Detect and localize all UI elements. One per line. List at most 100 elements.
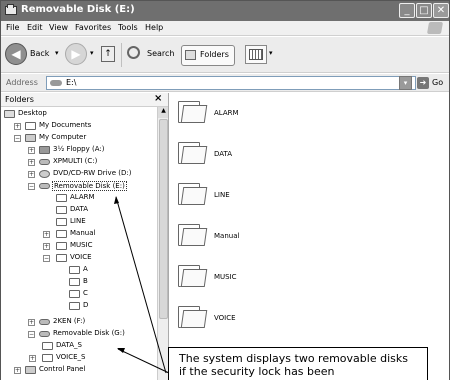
drive-icon (50, 80, 62, 86)
menu-file[interactable]: File (6, 23, 19, 32)
folder-item-music[interactable]: MUSIC (170, 263, 290, 293)
folder-icon (178, 222, 208, 246)
maximize-button[interactable]: □ (416, 3, 432, 18)
tree-label: C (83, 289, 88, 297)
tree-label: VOICE_S (56, 353, 86, 361)
address-dropdown-icon[interactable]: ▾ (399, 76, 412, 90)
tree-node-desktop[interactable]: Desktop (1, 109, 151, 120)
back-label[interactable]: Back (30, 49, 49, 58)
folder-item-label: VOICE (214, 314, 236, 322)
tree-node-voice-s[interactable]: + VOICE_S (1, 353, 151, 364)
tree-label: DATA_S (56, 341, 82, 349)
expand-icon[interactable]: + (28, 319, 35, 326)
tree-label: LINE (70, 217, 86, 225)
drive-icon (39, 159, 50, 165)
tree-label: VOICE (70, 253, 92, 261)
tree-node-my-computer[interactable]: − My Computer (1, 133, 151, 144)
forward-arrow-icon[interactable]: ▶ (65, 43, 87, 65)
drive-icon (39, 183, 50, 189)
views-dropdown-icon[interactable]: ▾ (269, 49, 273, 57)
content-pane: ALARM DATA LINE Manual MUSIC VOICE (170, 93, 449, 380)
collapse-icon[interactable]: − (28, 183, 35, 190)
scroll-up-icon[interactable]: ▲ (158, 107, 168, 118)
menu-view[interactable]: View (49, 23, 68, 32)
tree-node-line[interactable]: LINE (1, 217, 151, 228)
expand-icon[interactable]: + (28, 159, 35, 166)
folder-item-data[interactable]: DATA (170, 140, 290, 170)
expand-icon[interactable]: + (28, 147, 35, 154)
tree-label: A (83, 265, 88, 273)
tree-node-music[interactable]: + MUSIC (1, 241, 151, 252)
search-icon[interactable] (127, 46, 140, 59)
windows-logo-icon (426, 22, 444, 34)
tree-node-a[interactable]: A (1, 265, 151, 276)
folder-icon (178, 181, 208, 205)
folder-item-voice[interactable]: VOICE (170, 304, 290, 334)
tree-node-d[interactable]: D (1, 301, 151, 312)
folder-item-label: Manual (214, 232, 240, 240)
go-arrow-icon[interactable]: ➜ (417, 77, 429, 89)
collapse-icon[interactable]: − (14, 135, 21, 142)
scroll-thumb[interactable] (159, 119, 168, 319)
tree-node-control-panel[interactable]: + Control Panel (1, 365, 151, 376)
folder-icon (178, 263, 208, 287)
tree-label: DATA (70, 205, 89, 213)
folder-icon (56, 206, 67, 214)
tree-node-dvd[interactable]: + DVD/CD-RW Drive (D:) (1, 169, 151, 180)
floppy-icon (39, 146, 50, 154)
back-dropdown-icon[interactable]: ▾ (55, 49, 59, 57)
tree-node-floppy[interactable]: + 3½ Floppy (A:) (1, 145, 151, 156)
collapse-icon[interactable]: − (43, 255, 50, 262)
close-button[interactable]: ✕ (433, 3, 449, 18)
folder-item-manual[interactable]: Manual (170, 222, 290, 252)
tree-node-2ken[interactable]: + 2KEN (F:) (1, 317, 151, 328)
go-label[interactable]: Go (432, 78, 443, 87)
expand-icon[interactable]: + (43, 243, 50, 250)
views-icon (249, 49, 263, 60)
folder-icon (178, 140, 208, 164)
tree-node-b[interactable]: B (1, 277, 151, 288)
tree-label: ALARM (70, 193, 95, 201)
tree-node-xpmulti[interactable]: + XPMULTI (C:) (1, 157, 151, 168)
folder-icon (69, 278, 80, 286)
collapse-icon[interactable]: − (28, 331, 35, 338)
tree-node-c[interactable]: C (1, 289, 151, 300)
expand-icon[interactable]: + (14, 367, 21, 374)
close-pane-icon[interactable]: × (154, 93, 162, 104)
back-arrow-icon[interactable]: ◀ (5, 43, 27, 65)
tree-node-voice[interactable]: − VOICE (1, 253, 151, 264)
tree-label: 3½ Floppy (A:) (53, 145, 105, 153)
address-field[interactable]: E:\ (46, 76, 416, 90)
tree-node-removable-e[interactable]: − Removable Disk (E:) (1, 181, 151, 192)
folder-item-label: ALARM (214, 109, 239, 117)
drive-icon (39, 331, 50, 337)
menu-edit[interactable]: Edit (27, 23, 43, 32)
folder-item-line[interactable]: LINE (170, 181, 290, 211)
menu-favorites[interactable]: Favorites (75, 23, 111, 32)
folder-icon (178, 304, 208, 328)
folders-icon (185, 50, 196, 60)
tree-scrollbar[interactable]: ▲ (157, 107, 168, 380)
tree-label: My Computer (39, 133, 87, 141)
tree-node-removable-g[interactable]: − Removable Disk (G:) (1, 329, 151, 340)
tree-node-data[interactable]: DATA (1, 205, 151, 216)
expand-icon[interactable]: + (28, 171, 35, 178)
views-button[interactable] (245, 45, 267, 64)
up-folder-icon[interactable]: ↑ (101, 46, 115, 62)
expand-icon[interactable]: + (14, 123, 21, 130)
menu-bar: File Edit View Favorites Tools Help (1, 21, 449, 36)
tree-node-manual[interactable]: + Manual (1, 229, 151, 240)
search-label[interactable]: Search (147, 49, 174, 58)
folder-icon (69, 290, 80, 298)
folders-button[interactable]: Folders (181, 45, 235, 66)
expand-icon[interactable]: + (29, 355, 36, 362)
forward-dropdown-icon[interactable]: ▾ (90, 49, 94, 57)
tree-node-my-documents[interactable]: + My Documents (1, 121, 151, 132)
menu-tools[interactable]: Tools (118, 23, 138, 32)
expand-icon[interactable]: + (43, 231, 50, 238)
minimize-button[interactable]: _ (399, 3, 415, 18)
tree-node-alarm[interactable]: ALARM (1, 193, 151, 204)
menu-help[interactable]: Help (145, 23, 163, 32)
tree-node-data-s[interactable]: DATA_S (1, 341, 151, 352)
folder-item-alarm[interactable]: ALARM (170, 99, 290, 129)
